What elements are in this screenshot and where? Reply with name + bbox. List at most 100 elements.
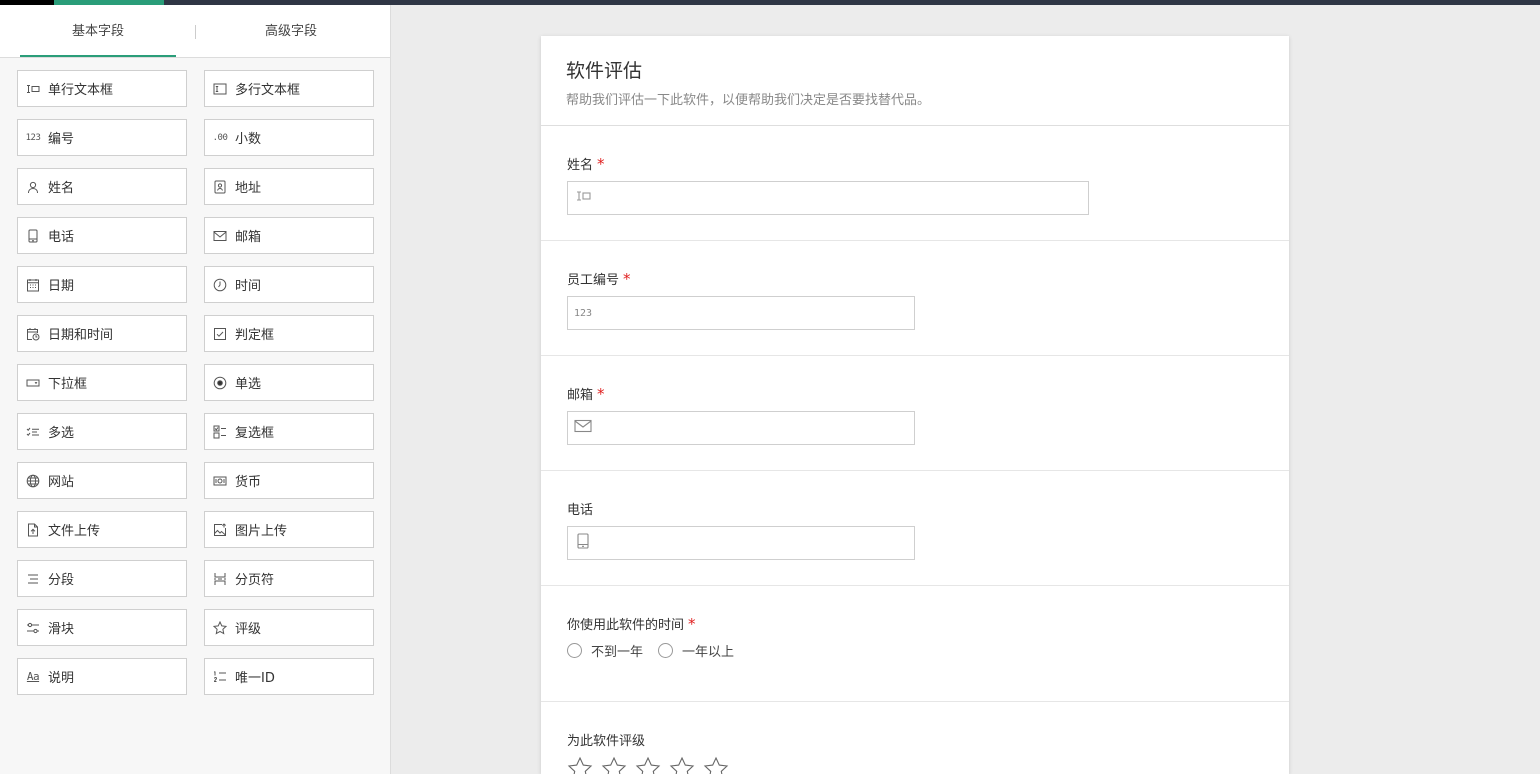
rating-star-icon[interactable] xyxy=(703,756,729,774)
address-icon xyxy=(213,180,227,194)
field-button-radio[interactable]: 单选 xyxy=(204,364,374,401)
field-button-globe[interactable]: 网站 xyxy=(17,462,187,499)
question-label-text: 员工编号 xyxy=(567,273,620,288)
calendar-icon xyxy=(26,278,40,292)
dropdown-icon xyxy=(26,376,40,390)
field-button-label: 地址 xyxy=(235,181,262,196)
field-button-multi-line-text[interactable]: 多行文本框 xyxy=(204,70,374,107)
field-button-multi-select[interactable]: 多选 xyxy=(17,413,187,450)
field-button-single-line-text[interactable]: 单行文本框 xyxy=(17,70,187,107)
field-button-label: 分段 xyxy=(48,573,75,588)
field-button-page-break[interactable]: 分页符 xyxy=(204,560,374,597)
required-mark: * xyxy=(597,155,605,173)
field-button-label: 多选 xyxy=(48,426,75,441)
form-title: 软件评估 xyxy=(566,60,643,82)
rating-star-icon[interactable] xyxy=(669,756,695,774)
field-button-label: 复选框 xyxy=(235,426,275,441)
field-button-label: 日期和时间 xyxy=(48,328,114,343)
field-button-section[interactable]: 分段 xyxy=(17,560,187,597)
mail-icon xyxy=(574,418,592,438)
unique-id-icon xyxy=(213,670,227,684)
name-input[interactable] xyxy=(567,181,1089,215)
rating-star-icon[interactable] xyxy=(601,756,627,774)
field-button-dropdown[interactable]: 下拉框 xyxy=(17,364,187,401)
person-icon xyxy=(26,180,40,194)
question-label: 电话 xyxy=(567,499,593,518)
field-button-checkbox[interactable]: 判定框 xyxy=(204,315,374,352)
single-line-text-icon xyxy=(26,82,40,96)
field-button-calendar[interactable]: 日期 xyxy=(17,266,187,303)
field-button-label: 网站 xyxy=(48,475,75,490)
field-button-label: 判定框 xyxy=(235,328,275,343)
rating-stars[interactable] xyxy=(567,756,729,774)
file-upload-icon xyxy=(26,523,40,537)
field-button-number[interactable]: 123 编号 xyxy=(17,119,187,156)
form-header: 软件评估 帮助我们评估一下此软件，以便帮助我们决定是否要找替代品。 xyxy=(541,36,1289,126)
field-button-label: 多行文本框 xyxy=(235,83,301,98)
field-button-slider[interactable]: 滑块 xyxy=(17,609,187,646)
field-button-label: 图片上传 xyxy=(235,524,288,539)
field-button-label: 说明 xyxy=(48,671,75,686)
question-label-text: 邮箱 xyxy=(567,388,594,403)
question-usage-time[interactable]: 你使用此软件的时间 * 不到一年 一年以上 xyxy=(541,586,1289,702)
question-label-text: 姓名 xyxy=(567,158,594,173)
question-label-text: 你使用此软件的时间 xyxy=(567,618,685,633)
currency-icon xyxy=(213,474,227,488)
field-button-person[interactable]: 姓名 xyxy=(17,168,187,205)
question-label: 姓名 * xyxy=(567,154,605,173)
radio-circle[interactable] xyxy=(567,643,582,658)
question-rating-label: 为此软件评级 xyxy=(567,730,645,749)
required-mark: * xyxy=(597,385,605,403)
multi-select-icon xyxy=(26,425,40,439)
number-icon: 123 xyxy=(25,132,41,143)
question-label: 员工编号 * xyxy=(567,269,631,288)
field-button-phone[interactable]: 电话 xyxy=(17,217,187,254)
datetime-icon xyxy=(26,327,40,341)
field-button-label: 时间 xyxy=(235,279,262,294)
question-phone[interactable]: 电话 xyxy=(541,471,1289,586)
rating-star-icon[interactable] xyxy=(635,756,661,774)
field-button-image-upload[interactable]: 图片上传 xyxy=(204,511,374,548)
field-button-label: 唯一ID xyxy=(235,671,275,686)
question-name[interactable]: 姓名 * xyxy=(541,126,1289,241)
section-icon xyxy=(26,572,40,586)
field-button-address[interactable]: 地址 xyxy=(204,168,374,205)
tab-basic-fields[interactable]: 基本字段 xyxy=(20,5,176,57)
question-label: 邮箱 * xyxy=(567,384,605,403)
field-button-label: 日期 xyxy=(48,279,75,294)
rating-star-icon[interactable] xyxy=(567,756,593,774)
field-button-label: 电话 xyxy=(48,230,75,245)
employee-id-input[interactable]: 123 xyxy=(567,296,915,330)
field-button-decimal[interactable]: .00 小数 xyxy=(204,119,374,156)
phone-icon xyxy=(574,533,592,553)
field-palette-sidebar: 基本字段 高级字段 单行文本框 多行文本框 123 编号 .00 小数 姓名 地址电话 邮箱日期… xyxy=(0,5,391,774)
mail-icon xyxy=(213,229,227,243)
field-type-tabs: 基本字段 高级字段 xyxy=(0,5,390,58)
field-button-datetime[interactable]: 日期和时间 xyxy=(17,315,187,352)
email-input[interactable] xyxy=(567,411,915,445)
field-button-unique-id[interactable]: 唯一ID xyxy=(204,658,374,695)
checkbox-icon xyxy=(213,327,227,341)
decimal-icon: .00 xyxy=(212,132,228,143)
radio-circle[interactable] xyxy=(658,643,673,658)
field-button-mail[interactable]: 邮箱 xyxy=(204,217,374,254)
form-preview: 软件评估 帮助我们评估一下此软件，以便帮助我们决定是否要找替代品。 姓名 * 员工… xyxy=(541,36,1289,774)
question-employee-id[interactable]: 员工编号 * 123 xyxy=(541,241,1289,356)
field-button-label: 滑块 xyxy=(48,622,75,637)
field-button-file-upload[interactable]: 文件上传 xyxy=(17,511,187,548)
phone-icon xyxy=(26,229,40,243)
question-email[interactable]: 邮箱 * xyxy=(541,356,1289,471)
field-button-star[interactable]: 评级 xyxy=(204,609,374,646)
field-button-checklist[interactable]: 复选框 xyxy=(204,413,374,450)
multi-line-text-icon xyxy=(213,82,227,96)
field-button-description[interactable]: Aa 说明 xyxy=(17,658,187,695)
phone-input[interactable] xyxy=(567,526,915,560)
description-icon: Aa xyxy=(26,670,40,683)
radio-option-more-than-year[interactable]: 一年以上 xyxy=(658,641,734,660)
field-button-currency[interactable]: 货币 xyxy=(204,462,374,499)
radio-option-less-than-year[interactable]: 不到一年 xyxy=(567,641,643,660)
clock-icon xyxy=(213,278,227,292)
field-button-clock[interactable]: 时间 xyxy=(204,266,374,303)
field-button-label: 文件上传 xyxy=(48,524,101,539)
tab-advanced-fields[interactable]: 高级字段 xyxy=(196,5,386,57)
